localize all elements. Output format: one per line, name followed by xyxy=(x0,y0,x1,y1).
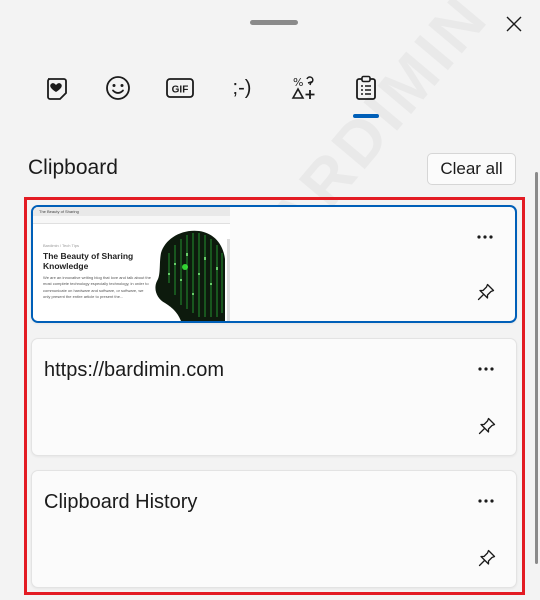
tab-symbols[interactable]: % xyxy=(278,62,330,114)
heart-note-icon xyxy=(47,78,67,100)
svg-text:GIF: GIF xyxy=(172,85,189,96)
more-options-button[interactable] xyxy=(473,229,497,245)
drag-handle[interactable] xyxy=(250,20,298,25)
gif-icon: GIF xyxy=(166,78,194,98)
clipboard-item-content: Clipboard History xyxy=(44,491,198,513)
clipboard-item-text[interactable]: https://bardimin.com xyxy=(31,338,517,456)
thumbnail-paragraph: We are an innovative writing blog that l… xyxy=(43,275,151,300)
more-icon xyxy=(478,367,494,371)
clipboard-item-content: https://bardimin.com xyxy=(44,359,225,381)
kaomoji-icon: ;-) xyxy=(232,76,252,99)
clear-all-button[interactable]: Clear all xyxy=(427,153,516,185)
smiley-icon xyxy=(106,76,130,100)
svg-text:%: % xyxy=(293,76,303,89)
pin-icon xyxy=(477,283,495,301)
pin-button[interactable] xyxy=(476,547,498,569)
tab-kaomoji[interactable]: ;-) xyxy=(216,62,268,114)
tab-favorites[interactable] xyxy=(30,62,82,114)
pin-button[interactable] xyxy=(476,415,498,437)
section-title: Clipboard xyxy=(28,156,118,179)
selected-tab-indicator xyxy=(353,114,379,118)
pin-icon xyxy=(478,417,496,435)
clipboard-icon xyxy=(356,75,376,100)
more-icon xyxy=(478,499,494,503)
thumbnail-kicker: Bardimin / Tech Tips xyxy=(43,243,79,248)
close-button[interactable] xyxy=(500,10,528,38)
clipboard-item-text[interactable]: Clipboard History xyxy=(31,470,517,588)
scrollbar[interactable] xyxy=(535,172,538,564)
more-options-button[interactable] xyxy=(474,493,498,509)
tab-emoji[interactable] xyxy=(92,62,144,114)
tab-gif[interactable]: GIF xyxy=(154,62,206,114)
pin-icon xyxy=(478,549,496,567)
more-options-button[interactable] xyxy=(474,361,498,377)
more-icon xyxy=(477,235,493,239)
tab-clipboard[interactable] xyxy=(340,62,392,114)
matrix-face-artwork xyxy=(155,230,230,321)
symbols-icon: % xyxy=(291,76,315,99)
clipboard-item-image[interactable]: The Beauty of Sharing Bardimin / Tech Ti… xyxy=(31,205,517,323)
thumbnail-tab-title: The Beauty of Sharing xyxy=(39,209,79,214)
pin-button[interactable] xyxy=(475,281,497,303)
thumbnail-title: The Beauty of Sharing Knowledge xyxy=(43,251,134,271)
thumbnail-image: The Beauty of Sharing Bardimin / Tech Ti… xyxy=(33,207,230,321)
close-icon xyxy=(506,16,522,32)
